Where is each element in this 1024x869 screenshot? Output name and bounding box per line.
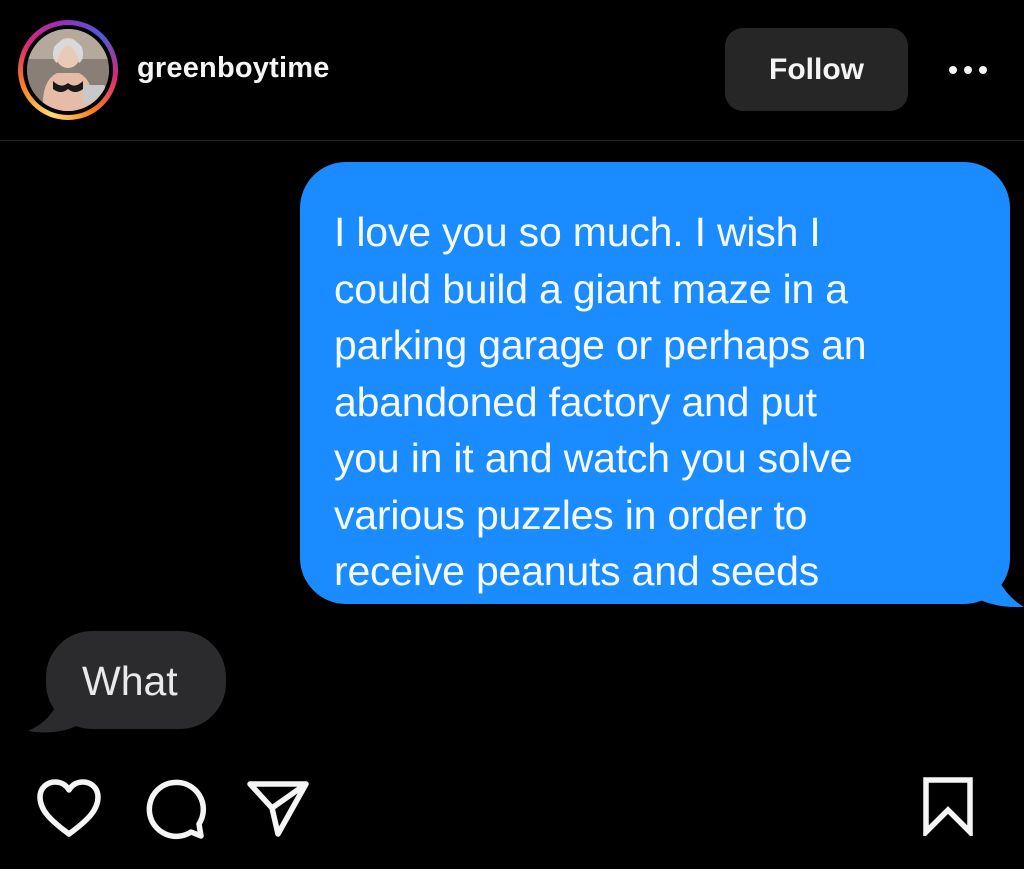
username[interactable]: greenboytime	[137, 52, 330, 85]
instagram-post: greenboytime Follow I love you so much. …	[0, 0, 1024, 869]
avatar-illustration-icon	[27, 29, 109, 111]
received-message-text: What	[82, 658, 178, 704]
heart-icon[interactable]	[36, 778, 102, 838]
post-image[interactable]: I love you so much. I wish I could build…	[0, 141, 1024, 751]
post-action-bar	[0, 760, 1024, 860]
more-options-icon[interactable]	[940, 50, 996, 90]
bookmark-icon[interactable]	[920, 776, 976, 836]
comment-icon[interactable]	[143, 776, 207, 840]
sent-message-bubble: I love you so much. I wish I could build…	[300, 162, 1010, 604]
story-ring[interactable]	[18, 20, 118, 120]
send-icon[interactable]	[246, 778, 310, 838]
post-header: greenboytime Follow	[0, 0, 1024, 141]
follow-button[interactable]: Follow	[725, 28, 908, 111]
sent-message-text: I love you so much. I wish I could build…	[334, 209, 867, 594]
received-message-bubble: What	[46, 631, 226, 729]
avatar[interactable]	[27, 29, 109, 111]
